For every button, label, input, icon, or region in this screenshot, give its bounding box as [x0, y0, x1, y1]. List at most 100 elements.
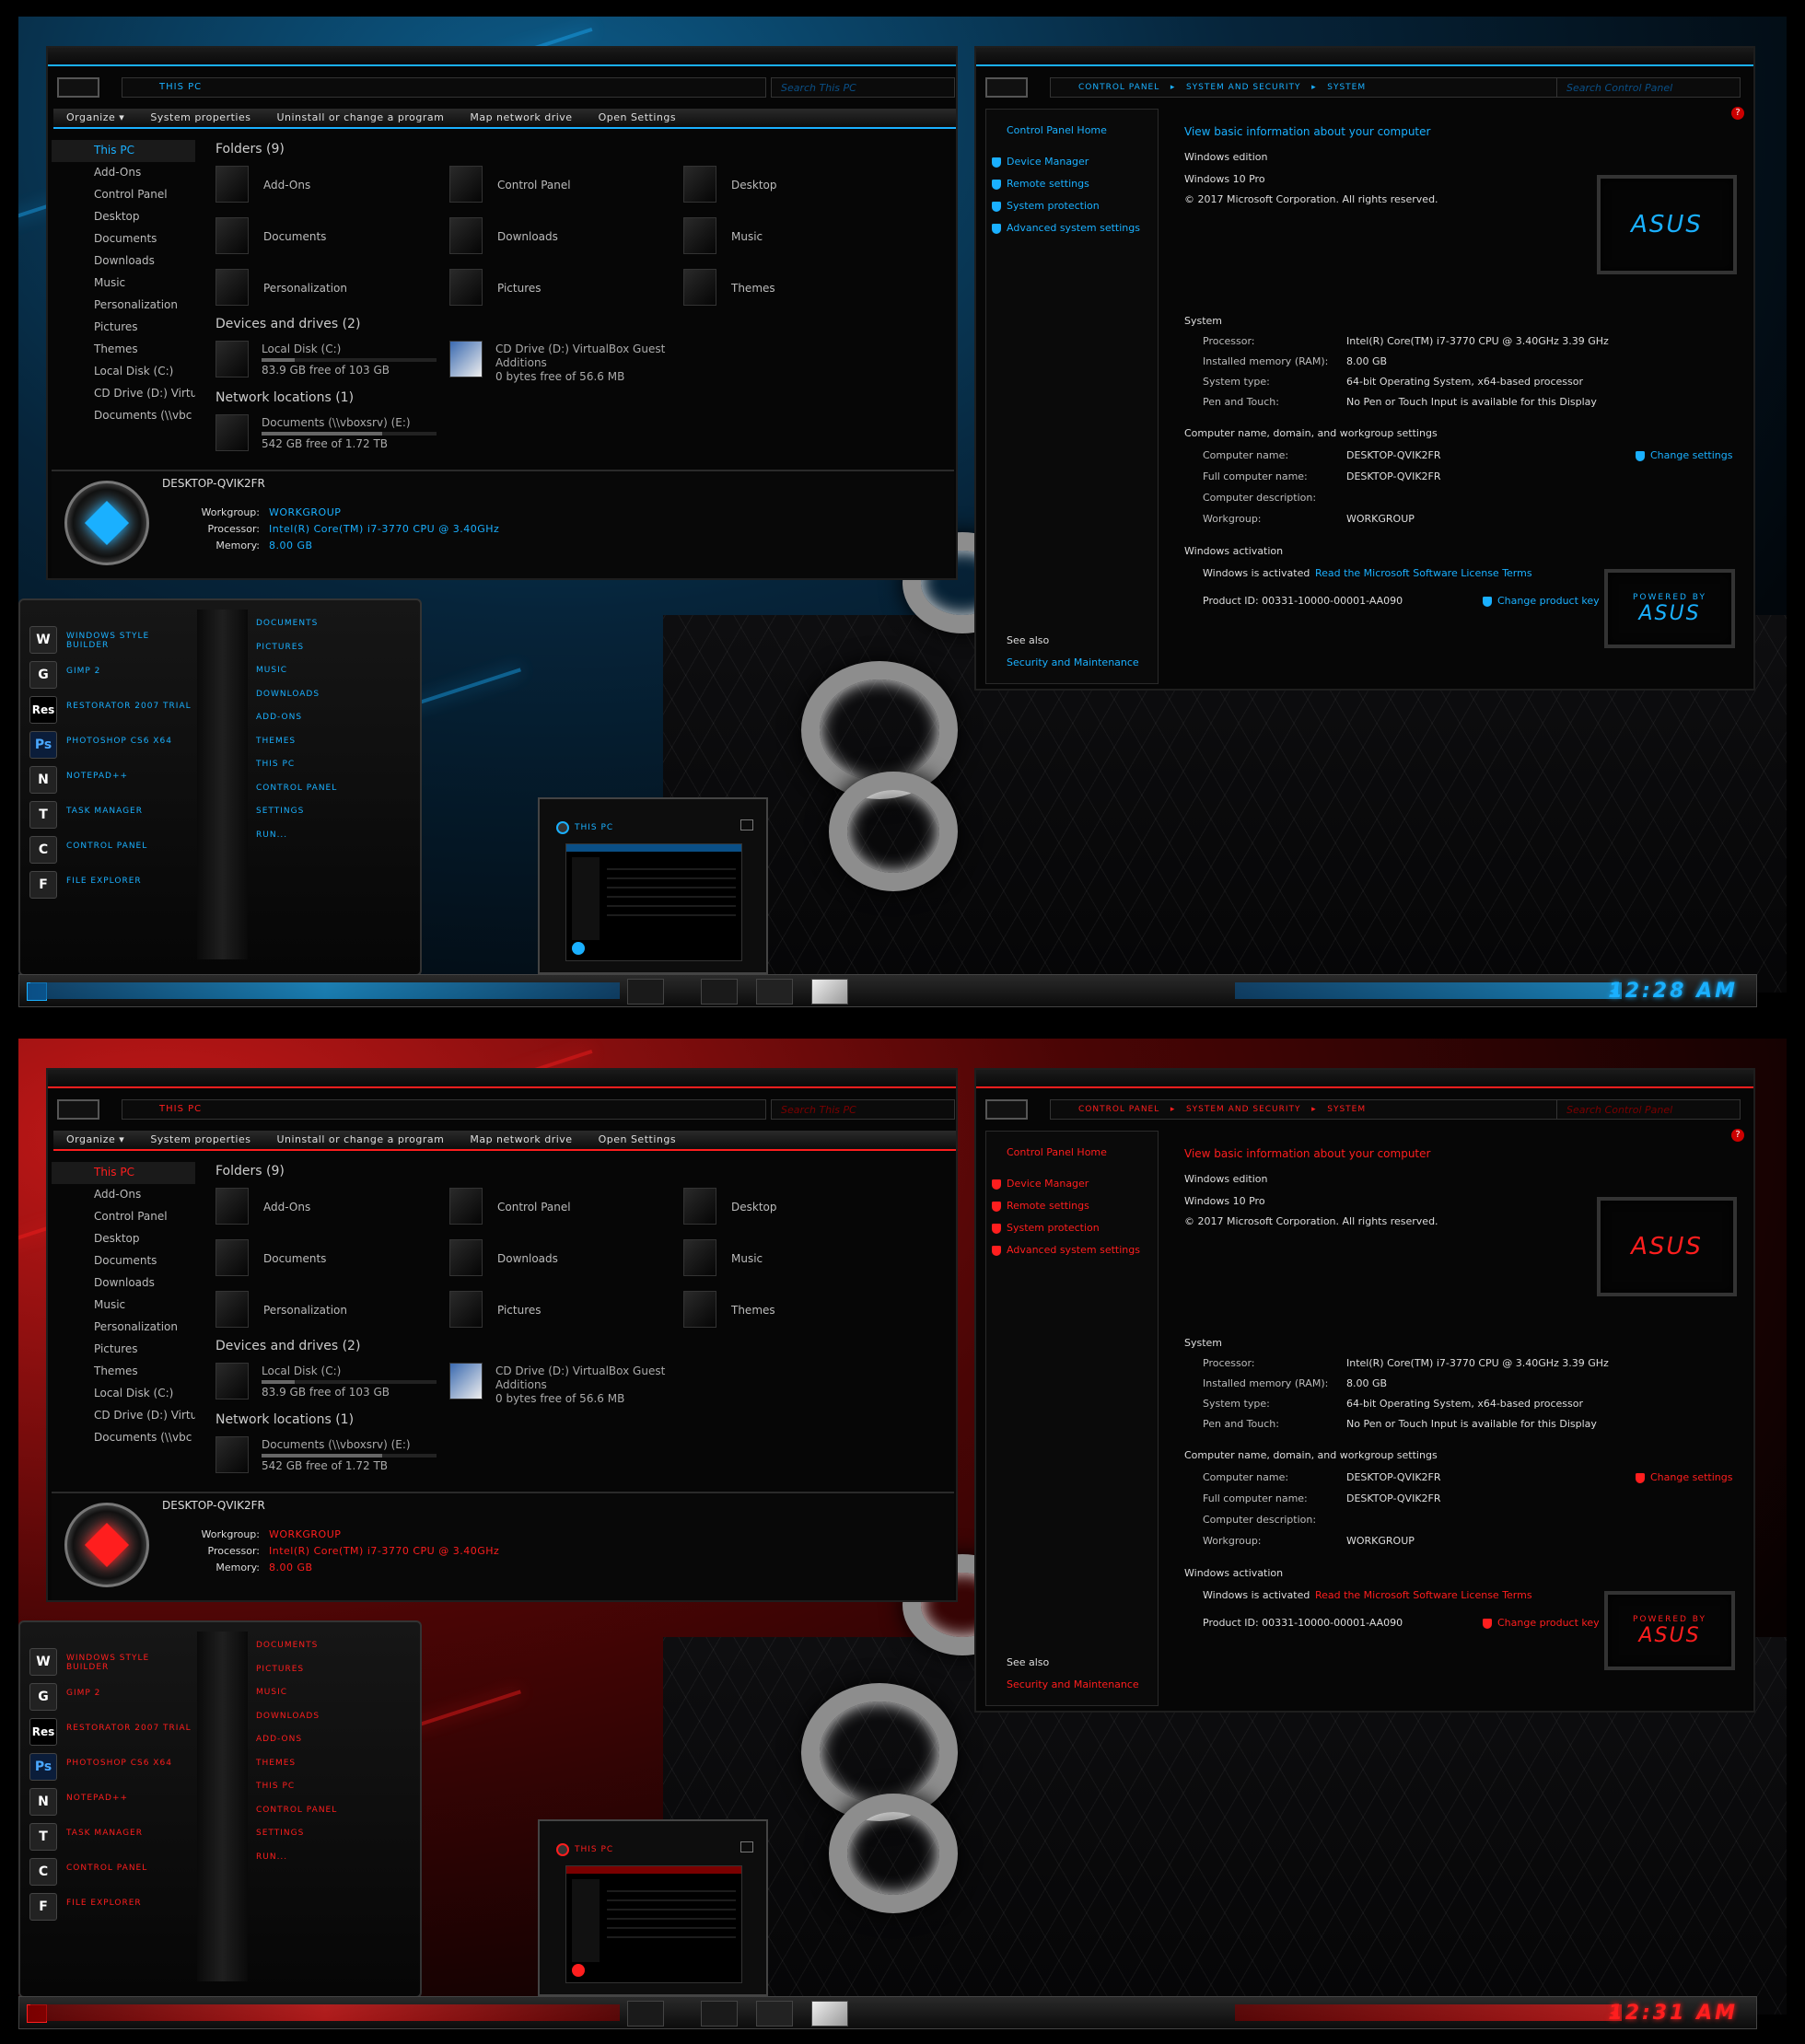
devices-header[interactable]: Devices and drives (2)	[215, 1339, 360, 1353]
system-properties-button[interactable]: System properties	[150, 1133, 250, 1146]
local-disk-icon[interactable]	[215, 341, 249, 377]
nav-buttons[interactable]	[985, 1099, 1028, 1120]
license-terms-link[interactable]: Read the Microsoft Software License Term…	[1315, 1589, 1532, 1601]
folder-label[interactable]: Documents	[263, 1252, 326, 1265]
organize-button[interactable]: Organize ▾	[66, 1133, 124, 1146]
start-place-item[interactable]: DOCUMENTS	[256, 1641, 318, 1650]
start-place-item[interactable]: MUSIC	[256, 666, 287, 675]
start-app-item[interactable]: GGIMP 2▶	[29, 661, 223, 689]
folder-icon[interactable]	[449, 217, 483, 254]
nav-item[interactable]: Documents (\\vbc	[52, 1427, 195, 1449]
nav-item[interactable]: Add-Ons	[52, 162, 195, 184]
security-maintenance-link[interactable]: Security and Maintenance	[1007, 1678, 1139, 1690]
start-app-item[interactable]: CCONTROL PANEL▶	[29, 836, 223, 864]
folder-label[interactable]: Control Panel	[497, 179, 571, 192]
uninstall-program-button[interactable]: Uninstall or change a program	[276, 111, 444, 124]
file-explorer-window[interactable]: THIS PC Search This PC Organize ▾ System…	[46, 1068, 958, 1602]
address-bar[interactable]: CONTROL PANEL ▸ SYSTEM AND SECURITY ▸ SY…	[1050, 1099, 1602, 1120]
start-place-item[interactable]: ADD-ONS	[256, 713, 302, 722]
folder-label[interactable]: Personalization	[263, 282, 347, 295]
folder-label[interactable]: Personalization	[263, 1304, 347, 1317]
folder-label[interactable]: Desktop	[731, 179, 777, 192]
network-drive-e[interactable]: Documents (\\vboxsrv) (E:) 542 GB free o…	[262, 416, 437, 451]
nav-item[interactable]: Pictures	[52, 317, 195, 339]
breadcrumb-control-panel[interactable]: CONTROL PANEL	[1078, 1105, 1159, 1114]
folder-label[interactable]: Documents	[263, 230, 326, 243]
nav-item[interactable]: This PC	[52, 1162, 195, 1184]
nav-item[interactable]: Local Disk (C:)	[52, 361, 195, 383]
folder-label[interactable]: Downloads	[497, 230, 558, 243]
nav-item[interactable]: Documents	[52, 228, 195, 250]
folder-label[interactable]: Music	[731, 1252, 763, 1265]
start-place-item[interactable]: SETTINGS	[256, 807, 304, 816]
folder-icon[interactable]	[449, 166, 483, 203]
title-bar[interactable]	[48, 48, 956, 66]
folder-label[interactable]: Pictures	[497, 282, 542, 295]
remote-settings-link[interactable]: Remote settings	[992, 178, 1089, 190]
start-app-item[interactable]: GGIMP 2▶	[29, 1683, 223, 1711]
nav-item[interactable]: Personalization	[52, 1317, 195, 1339]
virtualbox-cd-icon[interactable]	[449, 341, 483, 377]
breadcrumb-system-security[interactable]: SYSTEM AND SECURITY	[1186, 83, 1301, 92]
start-place-item[interactable]: THIS PC	[256, 760, 295, 769]
start-app-item[interactable]: W WINDOWS STYLE BUILDER	[29, 1648, 214, 1676]
network-drive-icon[interactable]	[215, 1436, 249, 1473]
breadcrumb-control-panel[interactable]: CONTROL PANEL	[1078, 83, 1159, 92]
map-network-drive-button[interactable]: Map network drive	[470, 111, 572, 124]
folder-icon[interactable]	[683, 1239, 716, 1276]
taskbar-app-icon[interactable]	[627, 2001, 664, 2027]
taskbar-app-icon[interactable]	[701, 2001, 738, 2027]
start-app-item[interactable]: T TASK MANAGER	[29, 801, 214, 829]
folder-icon[interactable]	[683, 217, 716, 254]
cd-drive-d[interactable]: CD Drive (D:) VirtualBox Guest Additions…	[495, 343, 665, 384]
folder-icon[interactable]	[449, 269, 483, 306]
file-explorer-window[interactable]: THIS PC Search This PC Organize ▾ System…	[46, 46, 958, 580]
start-app-item[interactable]: Ps PHOTOSHOP CS6 X64	[29, 731, 214, 759]
advanced-system-settings-link[interactable]: Advanced system settings	[992, 1244, 1140, 1256]
nav-item[interactable]: CD Drive (D:) Virtua	[52, 383, 195, 405]
virtualbox-cd-icon[interactable]	[449, 1363, 483, 1399]
breadcrumb-system[interactable]: SYSTEM	[1327, 1105, 1366, 1114]
start-menu[interactable]: WWINDOWS STYLE BUILDERGGIMP 2▶ResRESTORA…	[18, 598, 422, 976]
network-drive-e[interactable]: Documents (\\vboxsrv) (E:) 542 GB free o…	[262, 1438, 437, 1473]
folder-label[interactable]: Add-Ons	[263, 179, 310, 192]
search-input[interactable]: Search This PC	[771, 77, 955, 98]
nav-item[interactable]: Desktop	[52, 1228, 195, 1250]
style-builder-icon[interactable]	[811, 979, 848, 1005]
folder-label[interactable]: Music	[731, 230, 763, 243]
nav-buttons[interactable]	[57, 77, 99, 98]
folder-icon[interactable]	[215, 217, 249, 254]
nav-item[interactable]: Desktop	[52, 206, 195, 228]
device-manager-link[interactable]: Device Manager	[992, 1178, 1089, 1190]
folder-icon[interactable]	[683, 166, 716, 203]
system-protection-link[interactable]: System protection	[992, 200, 1100, 212]
nav-item[interactable]: Local Disk (C:)	[52, 1383, 195, 1405]
folder-label[interactable]: Desktop	[731, 1201, 777, 1214]
taskbar-app-icon[interactable]	[701, 979, 738, 1005]
start-place-item[interactable]: THEMES	[256, 1759, 296, 1768]
control-panel-home-link[interactable]: Control Panel Home	[1007, 1146, 1107, 1158]
folder-icon[interactable]	[215, 166, 249, 203]
nav-item[interactable]: Themes	[52, 1361, 195, 1383]
start-place-item[interactable]: DOWNLOADS	[256, 1712, 320, 1721]
address-bar[interactable]: THIS PC	[122, 1099, 766, 1120]
title-bar[interactable]	[976, 1070, 1753, 1088]
start-menu[interactable]: WWINDOWS STYLE BUILDER GGIMP 2▶ ResRESTORA…	[18, 1620, 422, 1998]
clock[interactable]: 12:31 AM	[1608, 2002, 1738, 2025]
folder-icon[interactable]	[215, 1188, 249, 1225]
address-bar[interactable]: THIS PC	[122, 77, 766, 98]
start-app-item[interactable]: Res RESTORATOR 2007 TRIAL	[29, 696, 214, 724]
nav-item[interactable]: Control Panel	[52, 1206, 195, 1228]
close-icon[interactable]	[740, 819, 753, 830]
change-settings-link[interactable]: Change settings	[1636, 449, 1732, 461]
advanced-system-settings-link[interactable]: Advanced system settings	[992, 222, 1140, 234]
folder-icon[interactable]	[449, 1239, 483, 1276]
task-manager-icon[interactable]	[756, 979, 793, 1005]
device-manager-link[interactable]: Device Manager	[992, 156, 1089, 168]
nav-buttons[interactable]	[57, 1099, 99, 1120]
nav-item[interactable]: This PC	[52, 140, 195, 162]
local-disk-c[interactable]: Local Disk (C:) 83.9 GB free of 103 GB	[262, 343, 437, 377]
start-app-item[interactable]: Res RESTORATOR 2007 TRIAL	[29, 1718, 214, 1746]
nav-item[interactable]: Music	[52, 1295, 195, 1317]
uninstall-program-button[interactable]: Uninstall or change a program	[276, 1133, 444, 1146]
